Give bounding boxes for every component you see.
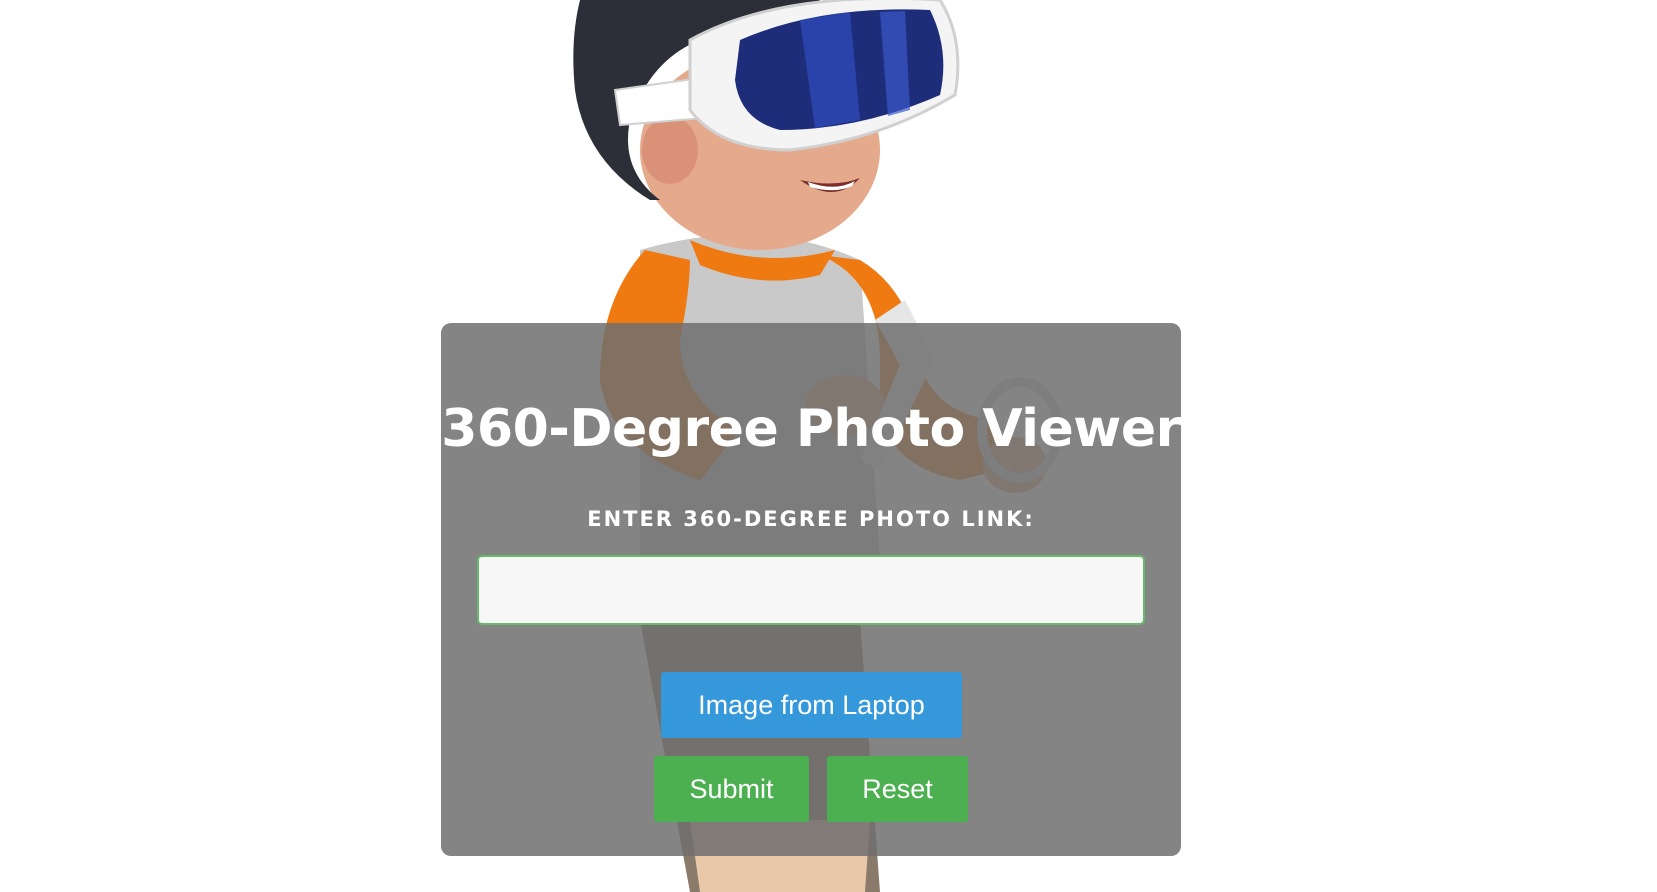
page-title: 360-Degree Photo Viewer [441, 399, 1181, 459]
photo-link-input[interactable] [477, 555, 1145, 625]
reset-button[interactable]: Reset [827, 756, 968, 822]
photo-link-label: ENTER 360-DEGREE PHOTO LINK: [587, 507, 1035, 531]
image-from-laptop-button[interactable]: Image from Laptop [661, 672, 962, 738]
page: 360-Degree Photo Viewer ENTER 360-DEGREE… [0, 0, 1657, 892]
submit-button[interactable]: Submit [654, 756, 809, 822]
photo-viewer-panel: 360-Degree Photo Viewer ENTER 360-DEGREE… [441, 323, 1181, 856]
